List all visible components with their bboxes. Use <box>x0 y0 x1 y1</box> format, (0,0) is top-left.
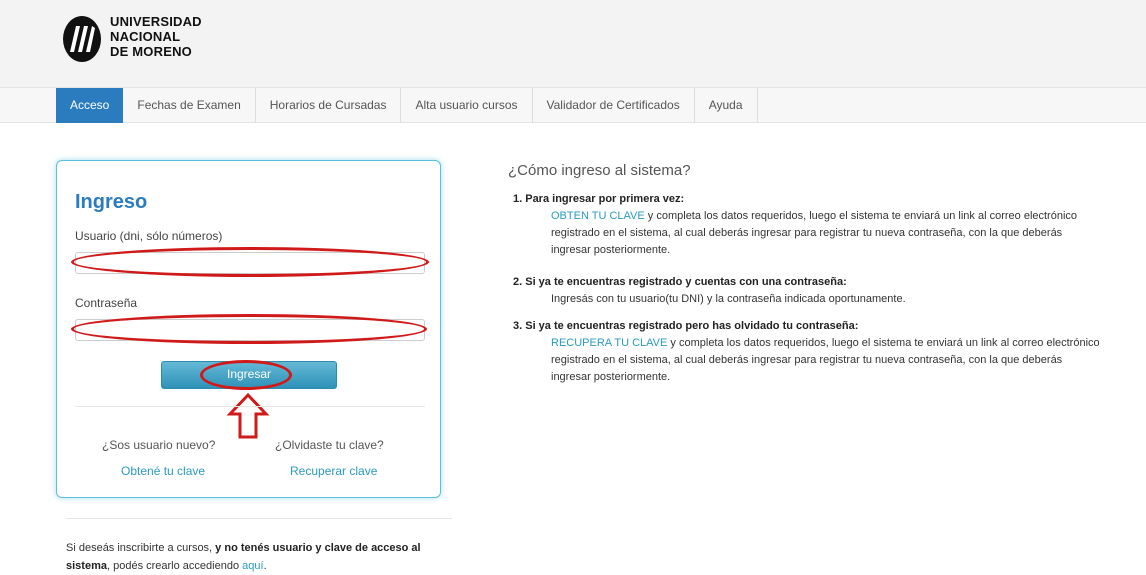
step-1-heading: 1. Para ingresar por primera vez: <box>513 193 685 205</box>
university-logo[interactable]: UNIVERSIDAD NACIONAL DE MORENO <box>60 14 202 66</box>
nav-tab-validador[interactable]: Validador de Certificados <box>533 88 695 123</box>
signup-note: Si deseás inscribirte a cursos, y no ten… <box>66 539 456 575</box>
login-title: Ingreso <box>75 191 148 213</box>
get-your-key-link[interactable]: OBTEN TU CLAVE <box>551 210 645 222</box>
university-name: UNIVERSIDAD NACIONAL DE MORENO <box>110 14 202 59</box>
login-card: Ingreso Usuario (dni, sólo números) Cont… <box>56 160 441 498</box>
recover-your-key-link[interactable]: RECUPERA TU CLAVE <box>551 337 667 349</box>
recover-password-link[interactable]: Recuperar clave <box>290 464 377 478</box>
step-3-heading: 3. Si ya te encuentras registrado pero h… <box>513 320 859 332</box>
step-3: 3. Si ya te encuentras registrado pero h… <box>513 318 1103 386</box>
card-divider <box>75 406 425 407</box>
step-1-body: OBTEN TU CLAVE y completa los datos requ… <box>551 208 1103 259</box>
step-2-heading: 2. Si ya te encuentras registrado y cuen… <box>513 276 847 288</box>
nav-tab-alta-usuario[interactable]: Alta usuario cursos <box>401 88 533 123</box>
how-to-login-title: ¿Cómo ingreso al sistema? <box>508 162 691 179</box>
nav-tab-ayuda[interactable]: Ayuda <box>695 88 758 123</box>
user-input[interactable] <box>75 252 425 274</box>
password-label: Contraseña <box>75 296 138 310</box>
get-password-link[interactable]: Obtené tu clave <box>121 464 205 478</box>
main-navbar: Acceso Fechas de Examen Horarios de Curs… <box>0 87 1146 123</box>
step-3-body: RECUPERA TU CLAVE y completa los datos r… <box>551 335 1103 386</box>
nav-tabs: Acceso Fechas de Examen Horarios de Curs… <box>56 88 758 123</box>
signup-note-end: . <box>263 560 267 572</box>
section-divider <box>66 518 452 519</box>
step-2-text: Ingresás con tu usuario(tu DNI) y la con… <box>551 293 906 305</box>
login-button[interactable]: Ingresar <box>161 361 337 389</box>
password-input[interactable] <box>75 319 425 341</box>
up-arrow-icon <box>227 392 269 439</box>
nav-tab-horarios-cursadas[interactable]: Horarios de Cursadas <box>256 88 402 123</box>
signup-here-link[interactable]: aquí <box>242 560 263 572</box>
new-user-question: ¿Sos usuario nuevo? <box>102 438 216 452</box>
step-2: 2. Si ya te encuentras registrado y cuen… <box>513 274 1103 308</box>
signup-note-text-2: , podés crearlo accediendo <box>106 560 243 572</box>
nav-tab-acceso[interactable]: Acceso <box>56 88 124 123</box>
brand-line-3: DE MORENO <box>110 44 192 59</box>
step-1: 1. Para ingresar por primera vez: OBTEN … <box>513 191 1103 259</box>
brand-line-1: UNIVERSIDAD <box>110 14 202 29</box>
unm-logo-icon <box>63 16 101 62</box>
forgot-password-question: ¿Olvidaste tu clave? <box>275 438 384 452</box>
user-label: Usuario (dni, sólo números) <box>75 229 223 243</box>
brand-line-2: NACIONAL <box>110 29 181 44</box>
nav-tab-fechas-examen[interactable]: Fechas de Examen <box>123 88 256 123</box>
signup-note-text-1: Si deseás inscribirte a cursos, <box>66 542 216 554</box>
